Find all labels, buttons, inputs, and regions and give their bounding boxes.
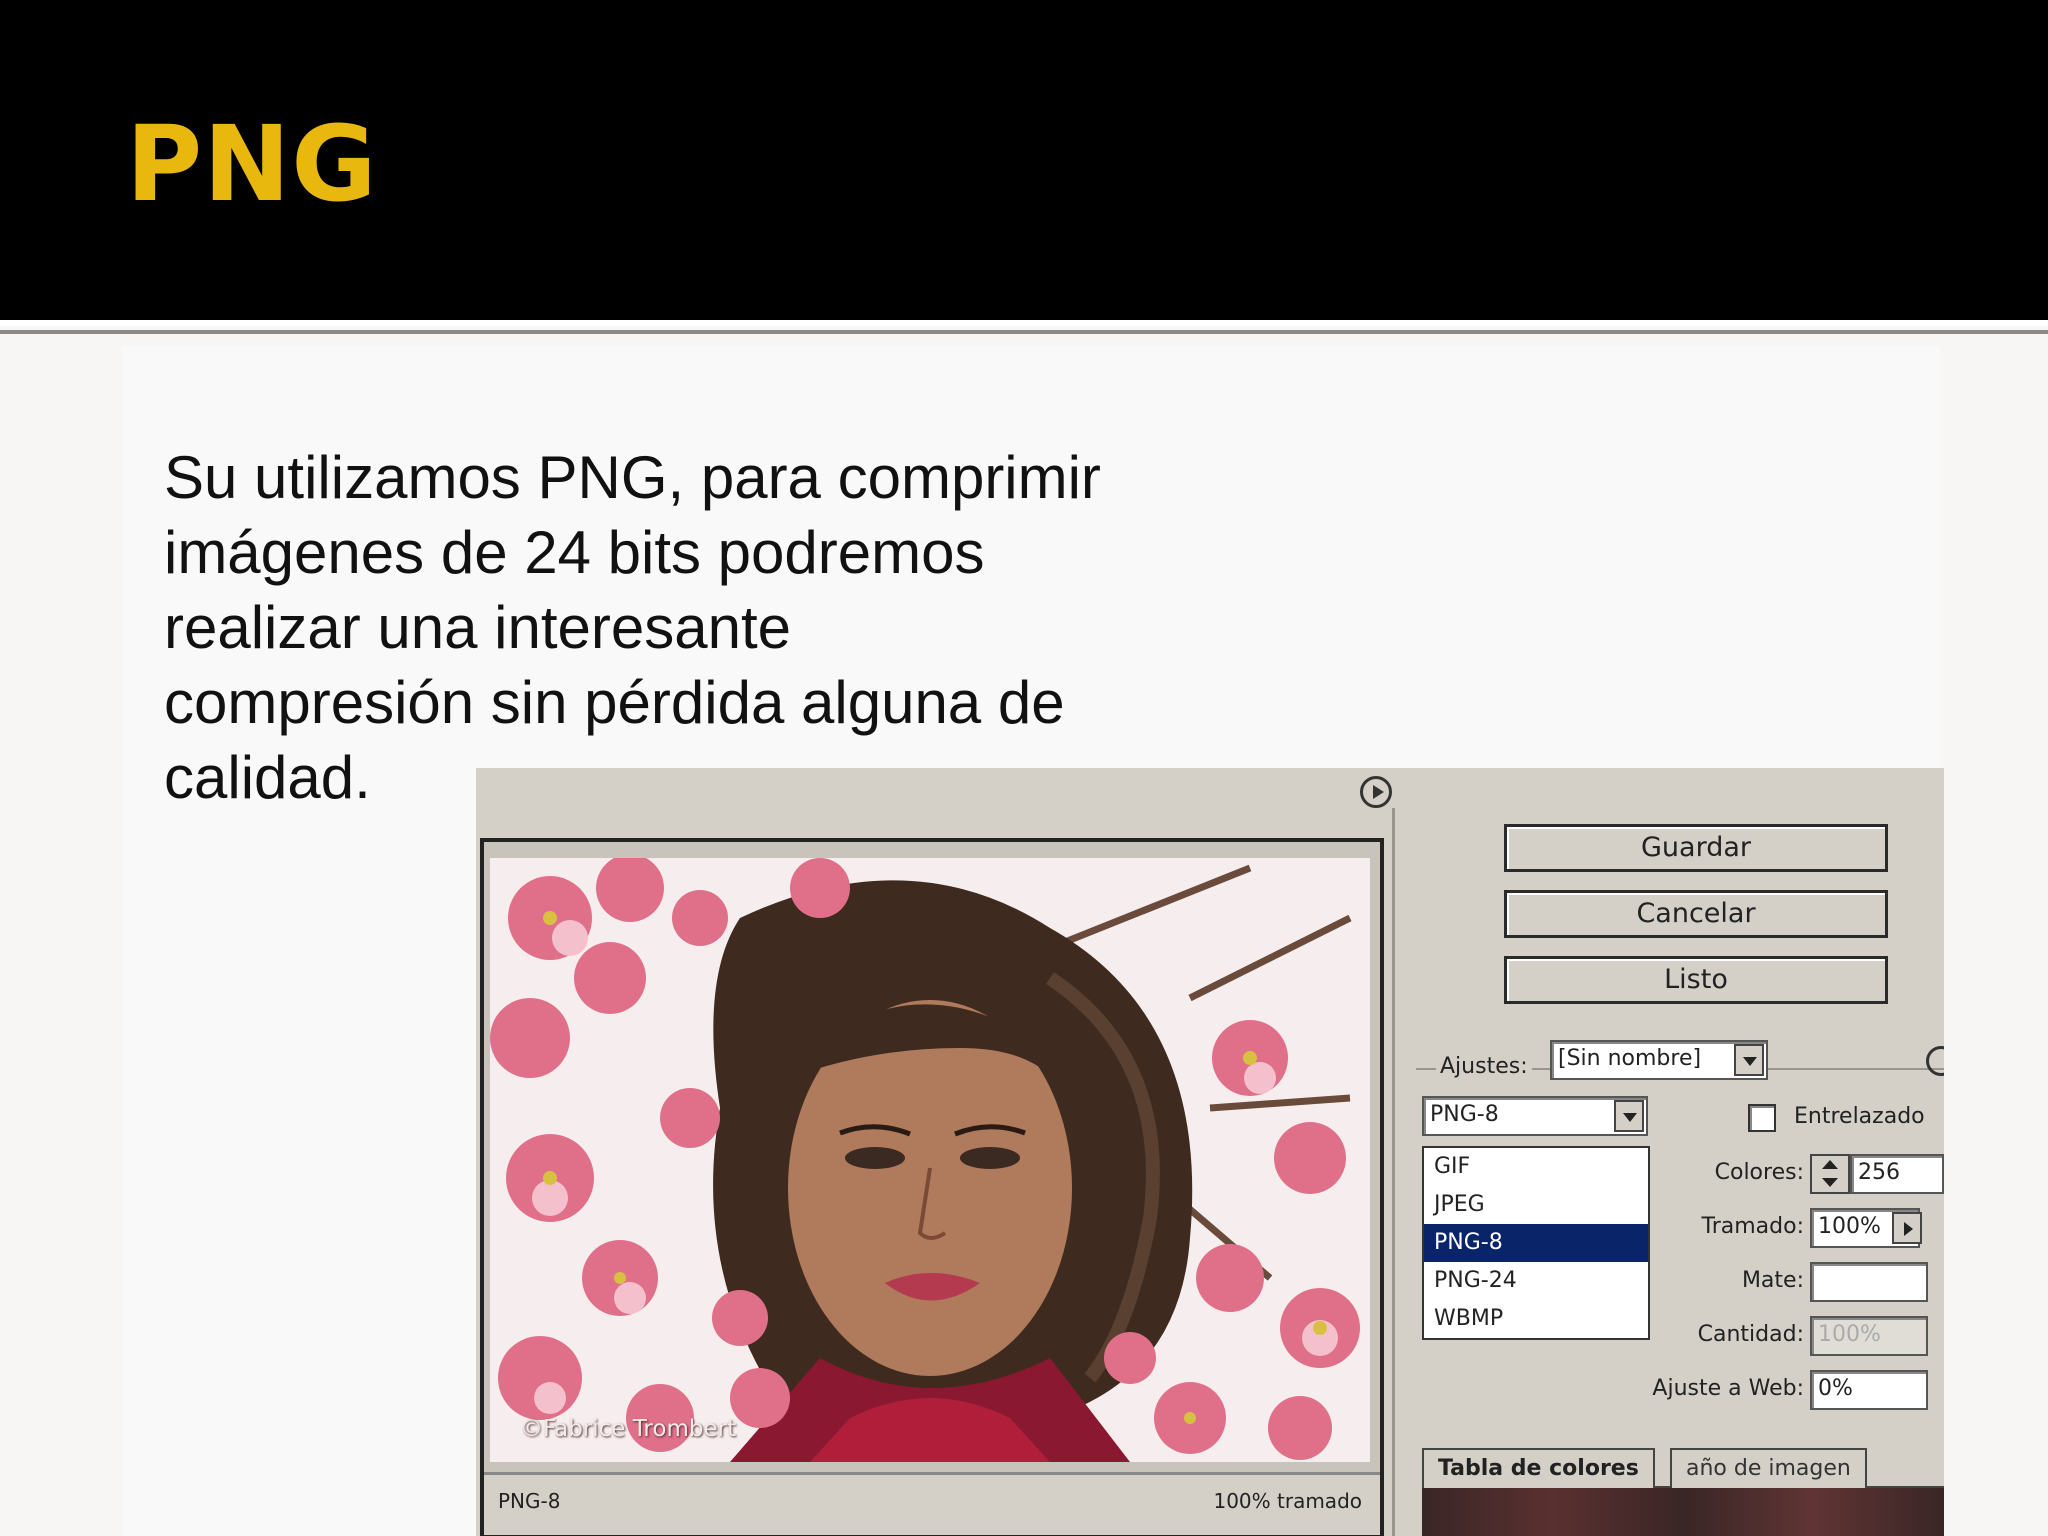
color-table-swatches bbox=[1422, 1486, 1944, 1536]
interlaced-checkbox[interactable] bbox=[1748, 1104, 1776, 1132]
amount-label: Cantidad: bbox=[1697, 1322, 1804, 1347]
format-option-png24[interactable]: PNG-24 bbox=[1424, 1262, 1648, 1300]
web-snap-label: Ajuste a Web: bbox=[1652, 1376, 1804, 1401]
settings-label: Ajustes: bbox=[1436, 1054, 1532, 1079]
save-button[interactable]: Guardar bbox=[1504, 824, 1888, 872]
panel-divider bbox=[1392, 808, 1395, 1536]
colors-input[interactable]: 256 bbox=[1850, 1154, 1944, 1194]
tab-color-table[interactable]: Tabla de colores bbox=[1422, 1448, 1655, 1488]
interlaced-label: Entrelazado bbox=[1794, 1104, 1925, 1129]
format-option-wbmp[interactable]: WBMP bbox=[1424, 1300, 1648, 1338]
format-option-png8[interactable]: PNG-8 bbox=[1424, 1224, 1648, 1262]
cancel-button[interactable]: Cancelar bbox=[1504, 890, 1888, 938]
options-menu-icon[interactable] bbox=[1926, 1046, 1944, 1076]
slide-header: PNG bbox=[0, 0, 2048, 320]
status-format: PNG-8 bbox=[498, 1489, 561, 1513]
format-value: PNG-8 bbox=[1430, 1102, 1499, 1127]
format-dropdown-list: GIF JPEG PNG-8 PNG-24 WBMP bbox=[1422, 1146, 1650, 1340]
dither-slider-arrow-icon[interactable] bbox=[1892, 1212, 1922, 1244]
matte-label: Mate: bbox=[1741, 1268, 1804, 1293]
dither-value: 100% bbox=[1818, 1214, 1881, 1239]
web-snap-input[interactable]: 0% bbox=[1810, 1370, 1928, 1410]
slide-title: PNG bbox=[126, 103, 378, 225]
format-option-gif[interactable]: GIF bbox=[1424, 1148, 1648, 1186]
dither-label: Tramado: bbox=[1701, 1214, 1804, 1239]
play-icon[interactable] bbox=[1360, 776, 1392, 808]
colors-label: Colores: bbox=[1714, 1160, 1804, 1185]
preview-status-bar: PNG-8 100% tramado bbox=[484, 1472, 1380, 1535]
colors-stepper[interactable] bbox=[1810, 1154, 1850, 1194]
header-divider bbox=[0, 320, 2048, 326]
colors-value: 256 bbox=[1858, 1160, 1900, 1185]
bottom-tabs: Tabla de colores año de imagen bbox=[1422, 1448, 1944, 1536]
image-preview-panel: ©Fabrice Trombert PNG-8 100% tramado bbox=[480, 838, 1384, 1536]
chevron-down-icon[interactable] bbox=[1614, 1100, 1644, 1132]
format-option-jpeg[interactable]: JPEG bbox=[1424, 1186, 1648, 1224]
matte-input[interactable] bbox=[1810, 1262, 1928, 1302]
header-divider-shadow bbox=[0, 330, 2048, 334]
done-button[interactable]: Listo bbox=[1504, 956, 1888, 1004]
status-dither: 100% tramado bbox=[1213, 1489, 1362, 1513]
settings-preset-value: [Sin nombre] bbox=[1558, 1046, 1702, 1071]
amount-value: 100% bbox=[1818, 1322, 1881, 1347]
save-for-web-dialog-screenshot: ©Fabrice Trombert PNG-8 100% tramado Gua… bbox=[476, 768, 1944, 1536]
slide-body-text: Su utilizamos PNG, para comprimir imágen… bbox=[164, 444, 1101, 811]
amount-input: 100% bbox=[1810, 1316, 1928, 1356]
tab-image-size[interactable]: año de imagen bbox=[1670, 1448, 1867, 1488]
chevron-down-icon[interactable] bbox=[1734, 1044, 1764, 1076]
portrait-illustration bbox=[490, 858, 1370, 1462]
copyright-watermark: ©Fabrice Trombert bbox=[520, 1416, 737, 1442]
portrait-preview-image: ©Fabrice Trombert bbox=[490, 858, 1370, 1462]
web-snap-value: 0% bbox=[1818, 1376, 1853, 1401]
